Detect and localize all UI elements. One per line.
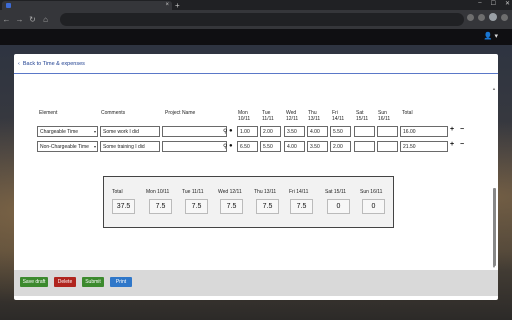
totals-value: 7.5 [185,199,208,214]
scroll-up-icon[interactable]: ▲ [492,86,496,91]
col-header-element: Element [39,110,58,116]
save-draft-button[interactable]: Save draft [20,277,48,287]
totals-value: 7.5 [220,199,243,214]
new-tab-button[interactable]: + [175,1,180,10]
back-link-label: Back to Time & expenses [22,61,85,67]
hours-input-mon[interactable]: 6.50 [237,141,258,152]
maximize-icon[interactable]: ☐ [491,0,496,7]
row-total: 16.00 [400,126,448,137]
totals-value: 7.5 [290,199,313,214]
project-input[interactable] [162,141,227,152]
menu-icon[interactable] [501,13,508,21]
hours-input-wed[interactable]: 4.00 [284,141,305,152]
forward-arrow-icon[interactable]: → [13,15,26,24]
reload-icon[interactable]: ↻ [26,15,39,24]
add-row-button[interactable]: + [450,141,454,148]
tab-close-icon[interactable]: × [165,2,169,8]
chevron-down-icon: ▾ [93,144,96,149]
toolbar-icons [467,13,508,21]
app-header: 👤 ▾ [0,29,512,45]
totals-value: 0 [362,199,385,214]
row-total: 21.50 [400,141,448,152]
hours-input-tue[interactable]: 2.00 [260,126,281,137]
browser-tabstrip: × + – ☐ ✕ [0,0,512,10]
extension-icon[interactable] [467,13,474,21]
col-header-thu: Thu 13/11 [308,110,321,122]
browser-tab[interactable]: × [2,1,172,10]
comment-input[interactable]: Some training I did [100,141,160,152]
totals-label: Fri 14/11 [289,189,309,195]
totals-value: 37.5 [112,199,135,214]
hours-input-mon[interactable]: 1.00 [237,126,258,137]
window-controls: – ☐ ✕ [478,0,510,7]
header-divider [14,73,498,74]
delete-button[interactable]: Delete [54,277,76,287]
element-select[interactable]: Chargeable Time ▾ [37,126,98,137]
col-header-mon: Mon 10/11 [238,110,251,122]
totals-label: Sat 15/11 [325,189,347,195]
back-arrow-icon[interactable]: ← [0,15,13,24]
col-header-sat: Sat 15/11 [356,110,369,122]
hours-input-fri[interactable]: 5.50 [330,126,351,137]
scrollbar-thumb[interactable] [493,188,496,266]
address-bar[interactable] [60,13,464,26]
back-link[interactable]: ‹ Back to Time & expenses [18,61,85,67]
col-header-fri: Fri 14/11 [332,110,345,122]
search-icon[interactable]: ⚲ [223,128,227,135]
element-select[interactable]: Non-Chargeable Time ▾ [37,141,98,152]
action-bar: Save draft Delete Submit Print [14,270,498,296]
totals-label: Sun 16/11 [360,189,383,195]
totals-label: Mon 10/11 [146,189,170,195]
col-header-sun: Sun 16/11 [378,110,391,122]
browser-toolbar: ← → ↻ ⌂ [0,10,512,29]
col-header-comments: Comments [101,110,126,116]
hours-input-fri[interactable]: 2.00 [330,141,351,152]
hours-input-sun[interactable] [377,141,398,152]
minimize-icon[interactable]: – [478,0,481,7]
col-header-total: Total [402,110,413,116]
totals-label: Thu 13/11 [254,189,277,195]
submit-button[interactable]: Submit [82,277,104,287]
chevron-left-icon: ‹ [18,61,20,67]
totals-label: Total [112,189,123,195]
add-row-button[interactable]: + [450,126,454,133]
hours-input-thu[interactable]: 4.00 [307,126,328,137]
totals-value: 7.5 [149,199,172,214]
comment-input[interactable]: Some work I did [100,126,160,137]
chevron-down-icon: ▾ [93,129,96,134]
project-input[interactable] [162,126,227,137]
profile-avatar[interactable] [489,13,497,21]
info-icon[interactable]: ● [229,128,233,134]
hours-input-thu[interactable]: 3.50 [307,141,328,152]
hours-input-sun[interactable] [377,126,398,137]
remove-row-button[interactable]: − [460,126,464,133]
totals-summary: Total Mon 10/11 Tue 11/11 Wed 12/11 Thu … [103,176,394,228]
totals-label: Wed 12/11 [218,189,242,195]
remove-row-button[interactable]: − [460,141,464,148]
hours-input-sat[interactable] [354,141,375,152]
totals-value: 7.5 [256,199,279,214]
info-icon[interactable]: ● [229,143,233,149]
scroll-down-icon[interactable]: ▼ [492,264,496,269]
print-button[interactable]: Print [110,277,132,287]
tab-favicon-icon [6,3,11,8]
hours-input-wed[interactable]: 3.50 [284,126,305,137]
hours-input-sat[interactable] [354,126,375,137]
user-menu-icon[interactable]: 👤 ▾ [484,32,498,40]
col-header-tue: Tue 11/11 [262,110,274,122]
col-header-project: Project Name [165,110,196,116]
hours-input-tue[interactable]: 5.50 [260,141,281,152]
home-icon[interactable]: ⌂ [39,15,52,24]
bookmark-icon[interactable] [478,13,485,21]
totals-value: 0 [327,199,350,214]
window-close-icon[interactable]: ✕ [505,0,510,7]
totals-label: Tue 11/11 [182,189,204,195]
col-header-wed: Wed 12/11 [286,110,299,122]
search-icon[interactable]: ⚲ [223,143,227,150]
